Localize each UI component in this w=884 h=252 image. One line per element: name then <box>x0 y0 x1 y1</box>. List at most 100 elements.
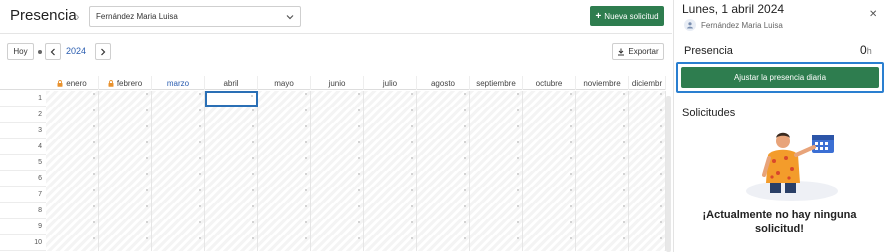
day-cell[interactable] <box>629 107 666 123</box>
day-cell[interactable] <box>417 171 470 187</box>
day-cell[interactable] <box>152 235 205 251</box>
day-cell[interactable] <box>417 219 470 235</box>
day-cell[interactable] <box>46 171 99 187</box>
day-cell[interactable] <box>629 123 666 139</box>
day-cell[interactable] <box>470 107 523 123</box>
day-cell[interactable] <box>258 155 311 171</box>
day-cell[interactable] <box>99 219 152 235</box>
day-cell[interactable] <box>470 235 523 251</box>
day-cell[interactable] <box>258 203 311 219</box>
day-cell[interactable] <box>311 107 364 123</box>
day-cell[interactable] <box>46 139 99 155</box>
day-cell[interactable] <box>470 187 523 203</box>
day-cell[interactable] <box>205 203 258 219</box>
day-cell[interactable] <box>258 171 311 187</box>
day-cell[interactable] <box>205 187 258 203</box>
vertical-scrollbar[interactable] <box>666 96 671 252</box>
day-cell[interactable] <box>576 123 629 139</box>
day-cell[interactable] <box>417 155 470 171</box>
day-cell[interactable] <box>99 139 152 155</box>
day-cell[interactable] <box>46 219 99 235</box>
day-cell[interactable] <box>46 235 99 251</box>
day-cell[interactable] <box>152 107 205 123</box>
day-cell[interactable] <box>258 219 311 235</box>
day-cell[interactable] <box>311 155 364 171</box>
day-cell[interactable] <box>99 203 152 219</box>
day-cell[interactable] <box>152 219 205 235</box>
day-cell[interactable] <box>364 123 417 139</box>
day-cell[interactable] <box>99 123 152 139</box>
day-cell[interactable] <box>205 171 258 187</box>
day-cell[interactable] <box>99 187 152 203</box>
day-cell[interactable] <box>46 91 99 107</box>
day-cell[interactable] <box>576 155 629 171</box>
day-cell[interactable] <box>629 203 666 219</box>
day-cell[interactable] <box>470 171 523 187</box>
day-cell[interactable] <box>311 219 364 235</box>
day-cell[interactable] <box>364 235 417 251</box>
day-cell[interactable] <box>470 91 523 107</box>
day-cell[interactable] <box>152 203 205 219</box>
day-cell[interactable] <box>364 203 417 219</box>
day-cell[interactable] <box>364 187 417 203</box>
day-cell[interactable] <box>258 107 311 123</box>
day-cell[interactable] <box>311 187 364 203</box>
adjust-presence-button[interactable]: Ajustar la presencia diaria <box>681 67 879 88</box>
day-cell[interactable] <box>364 171 417 187</box>
employee-select[interactable]: Fernández Maria Luisa <box>89 6 301 27</box>
day-cell[interactable] <box>152 123 205 139</box>
day-cell[interactable] <box>576 139 629 155</box>
day-cell[interactable] <box>576 187 629 203</box>
day-cell[interactable] <box>470 155 523 171</box>
day-cell[interactable] <box>629 187 666 203</box>
day-cell[interactable] <box>46 107 99 123</box>
day-cell[interactable] <box>46 155 99 171</box>
day-cell[interactable] <box>417 91 470 107</box>
day-cell[interactable] <box>629 139 666 155</box>
day-cell[interactable] <box>99 155 152 171</box>
day-cell[interactable] <box>311 171 364 187</box>
day-cell[interactable] <box>629 235 666 251</box>
day-cell[interactable] <box>205 235 258 251</box>
day-cell[interactable] <box>629 219 666 235</box>
today-button[interactable]: Hoy <box>7 43 34 60</box>
previous-year-button[interactable] <box>45 43 61 60</box>
day-cell[interactable] <box>152 171 205 187</box>
day-cell[interactable] <box>576 171 629 187</box>
day-cell[interactable] <box>417 203 470 219</box>
day-cell[interactable] <box>576 203 629 219</box>
next-year-button[interactable] <box>95 43 111 60</box>
day-cell[interactable] <box>576 91 629 107</box>
day-cell[interactable] <box>152 91 205 107</box>
day-cell[interactable] <box>417 107 470 123</box>
day-cell[interactable] <box>205 155 258 171</box>
day-cell[interactable] <box>523 91 576 107</box>
day-cell[interactable] <box>311 235 364 251</box>
day-cell[interactable] <box>99 235 152 251</box>
day-cell[interactable] <box>523 219 576 235</box>
day-cell[interactable] <box>152 139 205 155</box>
day-cell[interactable] <box>311 203 364 219</box>
day-cell[interactable] <box>258 187 311 203</box>
day-cell[interactable] <box>576 219 629 235</box>
day-cell[interactable] <box>152 155 205 171</box>
export-button[interactable]: Exportar <box>612 43 664 60</box>
day-cell[interactable] <box>470 219 523 235</box>
day-cell[interactable] <box>470 139 523 155</box>
day-cell[interactable] <box>311 91 364 107</box>
day-cell[interactable] <box>417 123 470 139</box>
day-cell[interactable] <box>46 187 99 203</box>
day-cell[interactable] <box>523 155 576 171</box>
day-cell[interactable] <box>523 187 576 203</box>
day-cell[interactable] <box>46 123 99 139</box>
day-cell[interactable] <box>417 235 470 251</box>
day-cell[interactable] <box>205 107 258 123</box>
day-cell[interactable] <box>364 107 417 123</box>
day-cell[interactable] <box>205 219 258 235</box>
day-cell[interactable] <box>364 91 417 107</box>
day-cell[interactable] <box>258 235 311 251</box>
close-icon[interactable]: ✕ <box>869 9 877 20</box>
day-cell[interactable] <box>311 139 364 155</box>
day-cell[interactable] <box>523 139 576 155</box>
day-cell[interactable] <box>417 187 470 203</box>
